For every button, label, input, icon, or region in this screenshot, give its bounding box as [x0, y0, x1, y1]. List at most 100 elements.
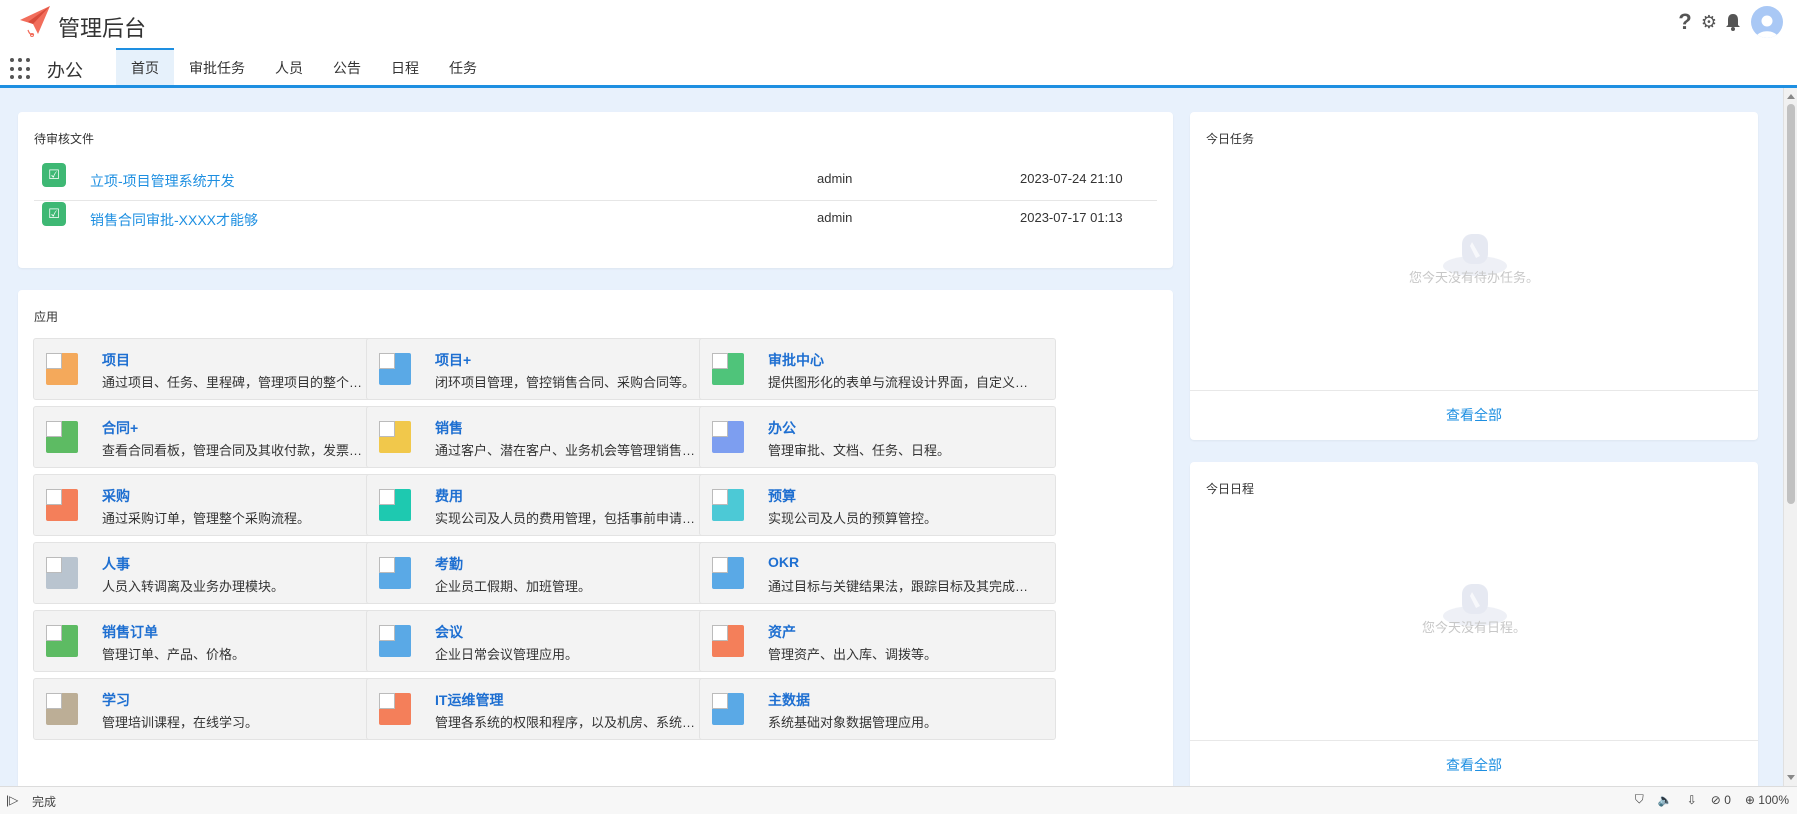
tasks-see-all-link[interactable]: 查看全部	[1190, 390, 1758, 440]
checklist-icon: ☑	[42, 202, 66, 226]
pending-row[interactable]: ☑ 立项-项目管理系统开发 admin 2023-07-24 21:10	[34, 163, 1157, 201]
app-image-icon	[712, 557, 744, 589]
app-description: 通过客户、潜在客户、业务机会等管理销售过程。	[435, 443, 705, 458]
schedule-see-all-link[interactable]: 查看全部	[1190, 740, 1758, 786]
pending-doc-date: 2023-07-24 21:10	[1020, 171, 1123, 186]
app-name[interactable]: 项目	[102, 350, 130, 370]
app-name[interactable]: OKR	[768, 554, 799, 570]
today-schedule-card: 今日日程 您今天没有日程。 查看全部	[1190, 462, 1758, 786]
counter[interactable]: ⊘ 0	[1711, 793, 1731, 807]
tasks-title: 今日任务	[1206, 132, 1255, 146]
app-image-icon	[712, 421, 744, 453]
app-tile[interactable]: 预算 实现公司及人员的预算管控。	[699, 474, 1056, 536]
app-name[interactable]: 预算	[768, 486, 796, 506]
user-avatar[interactable]	[1751, 6, 1783, 38]
zoom-icon: ⊕	[1744, 792, 1755, 807]
app-tile[interactable]: 项目通过项目、任务、里程碑，管理项目的整个生命周期。	[33, 338, 390, 400]
app-tile[interactable]: 资产管理资产、出入库、调拨等。	[699, 610, 1056, 672]
settings-icon[interactable]: ⚙	[1699, 11, 1719, 33]
pending-title: 待审核文件	[34, 132, 95, 146]
status-bar-tools: ⛉ 🔈 ⇩ ⊘ 0 ⊕ 100%	[1635, 792, 1789, 807]
app-tile[interactable]: 销售通过客户、潜在客户、业务机会等管理销售过程。	[366, 406, 723, 468]
vertical-scrollbar[interactable]	[1783, 88, 1797, 786]
app-tile[interactable]: 主数据系统基础对象数据管理应用。	[699, 678, 1056, 740]
module-name: 办公	[47, 61, 83, 81]
app-grid-icon[interactable]	[10, 58, 32, 80]
app-name[interactable]: 人事	[102, 554, 130, 574]
today-tasks-card: 今日任务 您今天没有待办任务。 查看全部	[1190, 112, 1758, 440]
app-tile[interactable]: 考勤 企业员工假期、加班管理。	[366, 542, 723, 604]
tab-schedule[interactable]: 日程	[376, 48, 434, 85]
app-name[interactable]: 办公	[768, 418, 796, 438]
tab-tasks[interactable]: 任务	[434, 48, 492, 85]
app-description: 管理各系统的权限和程序，以及机房、系统设备。	[435, 715, 705, 730]
tab-home[interactable]: 首页	[116, 48, 174, 85]
apps-card: 应用 项目通过项目、任务、里程碑，管理项目的整个生命周期。 项目+ 闭环项目管理，管…	[18, 290, 1173, 786]
apps-title: 应用	[34, 310, 59, 324]
app-tile[interactable]: 会议企业日常会议管理应用。	[366, 610, 723, 672]
app-name[interactable]: 审批中心	[768, 350, 824, 370]
pending-doc-link[interactable]: 销售合同审批-XXXX才能够	[90, 210, 258, 230]
scroll-down-arrow-icon[interactable]	[1787, 775, 1795, 780]
app-image-icon	[712, 489, 744, 521]
app-tile[interactable]: 项目+ 闭环项目管理，管控销售合同、采购合同等。	[366, 338, 723, 400]
app-name[interactable]: 主数据	[768, 690, 810, 710]
app-tile[interactable]: 费用实现公司及人员的费用管理，包括事前申请与报销。	[366, 474, 723, 536]
app-name[interactable]: 销售	[435, 418, 463, 438]
app-image-icon	[712, 625, 744, 657]
app-tile[interactable]: 人事 人员入转调离及业务办理模块。	[33, 542, 390, 604]
app-image-icon	[46, 421, 78, 453]
help-icon[interactable]: ?	[1675, 9, 1695, 34]
app-image-icon	[379, 421, 411, 453]
tab-announcements[interactable]: 公告	[318, 48, 376, 85]
app-name[interactable]: 采购	[102, 486, 130, 506]
pending-documents-card: 待审核文件 ☑ 立项-项目管理系统开发 admin 2023-07-24 21:…	[18, 112, 1173, 268]
tab-approval-tasks[interactable]: 审批任务	[174, 48, 260, 85]
app-tile[interactable]: 合同+ 查看合同看板，管理合同及其收付款，发票等。	[33, 406, 390, 468]
app-description: 查看合同看板，管理合同及其收付款，发票等。	[102, 443, 372, 458]
tab-people[interactable]: 人员	[260, 48, 318, 85]
app-tile[interactable]: 采购 通过采购订单，管理整个采购流程。	[33, 474, 390, 536]
app-tile[interactable]: 办公 管理审批、文档、任务、日程。	[699, 406, 1056, 468]
app-title: 管理后台	[58, 16, 147, 41]
speaker-icon[interactable]: 🔈	[1658, 793, 1673, 807]
app-name[interactable]: 资产	[768, 622, 796, 642]
pending-row[interactable]: ☑ 销售合同审批-XXXX才能够 admin 2023-07-17 01:13	[34, 202, 1157, 240]
app-name[interactable]: 合同+	[102, 418, 138, 438]
sidebar-toggle-icon[interactable]: |▷	[6, 793, 18, 807]
app-image-icon	[46, 625, 78, 657]
schedule-title: 今日日程	[1206, 482, 1255, 496]
scrollbar-thumb[interactable]	[1787, 104, 1795, 504]
module-navbar: 办公 首页 审批任务 人员 公告 日程 任务	[0, 48, 1797, 88]
app-name[interactable]: 费用	[435, 486, 463, 506]
app-tile[interactable]: 审批中心 提供图形化的表单与流程设计界面，自定义审批。	[699, 338, 1056, 400]
app-image-icon	[379, 353, 411, 385]
app-description: 闭环项目管理，管控销售合同、采购合同等。	[435, 375, 696, 390]
app-name[interactable]: 销售订单	[102, 622, 158, 642]
schedule-empty-text: 您今天没有日程。	[1421, 620, 1526, 635]
zoom[interactable]: ⊕ 100%	[1745, 793, 1789, 807]
app-description: 通过项目、任务、里程碑，管理项目的整个生命周期。	[102, 375, 372, 390]
scroll-up-arrow-icon[interactable]	[1787, 94, 1795, 99]
app-name[interactable]: 学习	[102, 690, 130, 710]
pending-doc-user: admin	[817, 171, 853, 186]
app-tile[interactable]: 学习 管理培训课程，在线学习。	[33, 678, 390, 740]
app-description: 管理资产、出入库、调拨等。	[768, 647, 938, 662]
app-name[interactable]: 项目+	[435, 350, 471, 370]
bell-icon[interactable]	[1723, 11, 1743, 33]
app-name[interactable]: IT运维管理	[435, 690, 503, 710]
app-tile[interactable]: 销售订单 管理订单、产品、价格。	[33, 610, 390, 672]
app-name[interactable]: 会议	[435, 622, 463, 642]
app-description: 企业日常会议管理应用。	[435, 647, 579, 662]
app-tile[interactable]: OKR 通过目标与关键结果法，跟踪目标及其完成情况。	[699, 542, 1056, 604]
zoom-value: 100%	[1758, 792, 1789, 807]
top-icons: ? ⚙	[1675, 6, 1783, 38]
shield-icon[interactable]: ⛉	[1635, 792, 1644, 807]
pending-doc-link[interactable]: 立项-项目管理系统开发	[90, 171, 235, 191]
app-description: 系统基础对象数据管理应用。	[768, 715, 938, 730]
app-name[interactable]: 考勤	[435, 554, 463, 574]
download-icon[interactable]: ⇩	[1687, 793, 1697, 807]
tab-list: 首页 审批任务 人员 公告 日程 任务	[116, 48, 492, 85]
app-tile[interactable]: IT运维管理管理各系统的权限和程序，以及机房、系统设备。	[366, 678, 723, 740]
app-description: 实现公司及人员的费用管理，包括事前申请与报销。	[435, 511, 705, 526]
